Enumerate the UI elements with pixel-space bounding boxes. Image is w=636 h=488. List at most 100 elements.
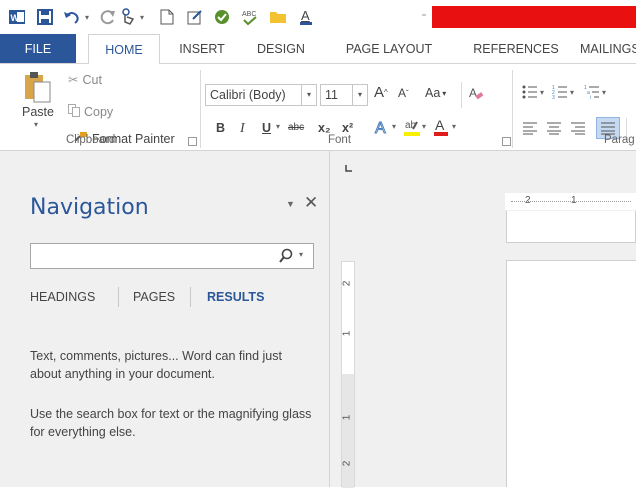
undo-dropdown-icon[interactable]: ▾ (83, 7, 91, 27)
align-right-icon[interactable] (570, 121, 586, 135)
font-name-combo[interactable]: Calibri (Body) ▾ (205, 84, 317, 106)
document-page[interactable] (506, 260, 636, 487)
quick-access-toolbar: W ▾ ▾ ABC A ⁼ (0, 0, 636, 34)
scissors-icon: ✂ (68, 73, 79, 87)
search-icon[interactable] (279, 248, 293, 267)
cut-button[interactable]: ✂ Cut (68, 72, 102, 88)
vertical-ruler[interactable]: 2 1 1 2 (341, 261, 355, 488)
italic-button[interactable]: I (240, 121, 245, 137)
copy-button[interactable]: Copy (68, 104, 113, 120)
redacted-title-bar (432, 6, 636, 28)
horizontal-ruler[interactable]: 2 1 (505, 193, 636, 210)
svg-text:A: A (469, 86, 477, 100)
word-logo-icon[interactable]: W (8, 7, 26, 27)
new-document-icon[interactable] (158, 7, 176, 27)
pane-options-icon[interactable]: ▼ (286, 199, 295, 209)
shrink-font-button[interactable]: Aˇ (398, 86, 409, 100)
grow-font-button[interactable]: A ^ (374, 84, 388, 101)
strikethrough-button[interactable]: abc (288, 122, 304, 133)
tab-results[interactable]: RESULTS (207, 290, 264, 304)
proofing-icon[interactable] (212, 7, 232, 27)
svg-text:A: A (375, 120, 386, 136)
search-input[interactable]: ▾ (30, 243, 314, 269)
clear-formatting-icon[interactable]: A (468, 85, 484, 101)
subscript-button[interactable]: x₂ (318, 121, 331, 135)
edit-icon[interactable] (186, 7, 204, 27)
tab-selector[interactable] (338, 157, 360, 179)
superscript-button[interactable]: x² (342, 121, 353, 135)
multilevel-list-icon[interactable]: 1ai (584, 84, 600, 100)
align-left-icon[interactable] (522, 121, 538, 135)
results-message: Text, comments, pictures... Word can fin… (30, 349, 282, 381)
chevron-down-icon[interactable]: ▾ (422, 122, 426, 131)
close-icon[interactable]: ✕ (304, 193, 318, 213)
bullets-icon[interactable] (522, 84, 538, 100)
numbering-icon[interactable]: 123 (552, 84, 568, 100)
font-size-combo[interactable]: 11 ▾ (320, 84, 368, 106)
chevron-down-icon[interactable]: ▾ (570, 88, 574, 97)
group-separator (512, 70, 513, 148)
highlight-icon[interactable]: ab (403, 117, 421, 137)
customize-qat-icon[interactable]: ⁼ (420, 7, 428, 27)
font-color-icon[interactable]: A (296, 7, 316, 27)
font-size-value: 11 (325, 88, 338, 102)
tab-file[interactable]: FILE (0, 34, 76, 64)
tab-mailings[interactable]: MAILINGS (580, 34, 636, 64)
save-icon[interactable] (36, 7, 54, 27)
chevron-down-icon[interactable]: ▾ (392, 122, 396, 131)
underline-button[interactable]: U (262, 121, 271, 135)
ribbon: Paste ▾ ✂ Cut Copy Format Painter Clipboa… (0, 63, 636, 151)
navigation-pane: Navigation ▼ ✕ ▾ HEADINGS PAGES RESULTS … (0, 151, 330, 487)
chevron-down-icon[interactable]: ▾ (452, 122, 456, 131)
paste-icon[interactable] (22, 70, 52, 107)
copy-icon (68, 104, 80, 120)
ruler-label: 2 (341, 280, 353, 287)
ruler-ticks (511, 201, 631, 203)
chevron-down-icon[interactable]: ▾ (602, 88, 606, 97)
chevron-down-icon[interactable]: ▾ (352, 85, 367, 105)
separator (461, 82, 462, 108)
tab-design[interactable]: DESIGN (250, 34, 312, 64)
change-case-label: Aa (425, 86, 441, 100)
tab-home[interactable]: HOME (88, 34, 160, 64)
ruler-margin (342, 374, 354, 488)
touch-mode-icon[interactable] (118, 7, 138, 27)
bold-button[interactable]: B (216, 121, 225, 135)
paste-dropdown-icon[interactable]: ▾ (34, 120, 38, 129)
redo-icon[interactable] (99, 7, 117, 27)
font-color-icon[interactable]: A (433, 117, 449, 137)
align-center-icon[interactable] (546, 121, 562, 135)
paragraph-group-label: Parag (604, 134, 635, 146)
tab-page-layout[interactable]: PAGE LAYOUT (334, 34, 444, 64)
touch-dropdown-icon[interactable]: ▾ (138, 7, 146, 27)
undo-icon[interactable] (62, 7, 82, 27)
tab-headings[interactable]: HEADINGS (30, 290, 95, 304)
spelling-check-icon[interactable]: ABC (240, 7, 260, 27)
chevron-down-icon: ▾ (442, 88, 447, 98)
underline-dropdown-icon[interactable]: ▾ (276, 122, 280, 131)
ruler-label: 1 (341, 330, 353, 337)
group-separator (200, 70, 201, 148)
tab-references[interactable]: REFERENCES (464, 34, 568, 64)
paste-button[interactable]: Paste (22, 105, 54, 119)
text-effects-icon[interactable]: A (373, 118, 391, 137)
tab-separator (190, 287, 191, 307)
svg-text:W: W (11, 13, 20, 23)
svg-text:A: A (301, 8, 310, 23)
font-launcher-icon[interactable] (502, 137, 511, 146)
chevron-down-icon[interactable]: ▾ (301, 85, 316, 105)
tab-insert[interactable]: INSERT (172, 34, 232, 64)
previous-page (506, 211, 636, 243)
open-folder-icon[interactable] (268, 7, 288, 27)
ruler-label: 1 (341, 414, 353, 421)
tab-separator (118, 287, 119, 307)
search-dropdown-icon[interactable]: ▾ (299, 250, 303, 259)
clipboard-launcher-icon[interactable] (188, 137, 197, 146)
copy-label: Copy (84, 105, 114, 119)
chevron-down-icon[interactable]: ▾ (540, 88, 544, 97)
work-area: Navigation ▼ ✕ ▾ HEADINGS PAGES RESULTS … (0, 151, 636, 488)
tab-pages[interactable]: PAGES (133, 290, 175, 304)
font-name-value: Calibri (Body) (210, 88, 286, 102)
change-case-button[interactable]: Aa ▾ (425, 86, 446, 100)
navigation-title: Navigation (30, 195, 149, 220)
